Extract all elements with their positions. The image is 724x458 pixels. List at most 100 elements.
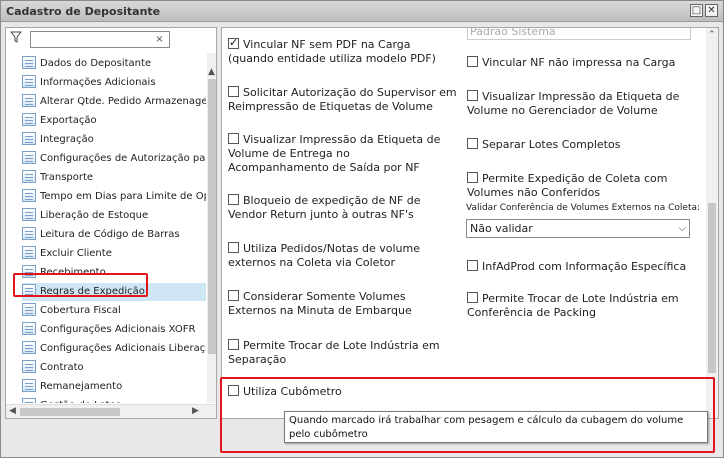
left-horizontal-scrollbar[interactable]: ◀ ▶ [6,404,216,418]
tree-item-label: Remanejamento [40,381,123,392]
document-icon [22,113,36,126]
document-icon [22,360,36,373]
top-faded-select[interactable]: Padrão Sistema [467,28,691,40]
tree-item-label: Configurações Adicionais XOFR [40,324,196,335]
option-label: (quando entidade utiliza modelo PDF) [228,52,436,65]
scroll-thumb[interactable] [708,203,716,373]
option-checkbox[interactable]: InfAdProd com Informação Específica [467,260,686,274]
scroll-right-icon[interactable]: ▶ [192,406,199,416]
tree-item[interactable]: Contrato [22,359,206,377]
option-checkbox[interactable]: Solicitar Autorização do Supervisor em Re… [228,86,457,114]
tree-item-label: Dados do Depositante [40,58,152,69]
option-checkbox[interactable]: Considerar Somente Volumes Externos na Mi… [228,290,412,318]
option-label: Solicitar Autorização do Supervisor em [243,86,457,99]
tree-item[interactable]: Excluir Cliente [22,245,206,263]
clear-filter-icon[interactable]: × [152,32,167,47]
option-label: Permite Trocar de Lote Indústria em [243,339,440,352]
option-label: Visualizar Impressão da Etiqueta de [243,133,441,146]
checkbox-icon[interactable] [228,339,239,350]
scroll-thumb[interactable] [208,79,216,354]
restore-icon[interactable]: □ [690,4,703,17]
checkbox-icon[interactable] [467,260,478,271]
filter-row: × [6,28,216,50]
right-vertical-scrollbar[interactable]: ⌃ [706,28,718,418]
checkbox-icon[interactable] [467,172,478,183]
document-icon [22,322,36,335]
document-icon [22,132,36,145]
tree-item[interactable]: Leitura de Código de Barras [22,226,206,244]
document-icon [22,303,36,316]
document-icon [22,341,36,354]
tree-item[interactable]: Configurações de Autorização para B [22,150,206,168]
document-icon [22,246,36,259]
checkbox-icon[interactable] [467,138,478,149]
filter-icon[interactable] [10,31,22,43]
filter-input[interactable] [30,31,170,48]
document-icon [22,379,36,392]
checkbox-icon[interactable] [467,292,478,303]
option-checkbox[interactable]: Visualizar Impressão da Etiqueta de Volum… [228,133,440,175]
checkbox-icon[interactable] [228,36,239,50]
checkbox-icon[interactable] [228,86,239,97]
option-label: Separação [228,353,287,366]
scroll-up-icon[interactable]: ⌃ [708,30,716,40]
tree-item[interactable]: Alterar Qtde. Pedido Armazenagem [22,93,206,111]
tree-item[interactable]: Transporte [22,169,206,187]
option-label: Vincular NF sem PDF na Carga [243,38,411,51]
tree-item[interactable]: Liberação de Estoque [22,207,206,225]
scroll-left-icon[interactable]: ◀ [9,406,16,416]
hscroll-thumb[interactable] [20,408,120,416]
option-checkbox[interactable]: Bloqueio de expedição de NF de Vendor Ret… [228,194,421,222]
tree-item[interactable]: Configurações Adicionais XOFR [22,321,206,339]
scroll-up-icon[interactable]: ▲ [208,67,215,77]
validate-select-value: Não validar [470,222,533,235]
document-icon [22,227,36,240]
option-label: Permite Trocar de Lote Indústria em [482,292,679,305]
option-label: Visualizar Impressão da Etiqueta de [482,90,680,103]
tree-item[interactable]: Tempo em Dias para Limite de Operaç [22,188,206,206]
tree-item[interactable]: Dados do Depositante [22,55,206,73]
checkbox-icon[interactable] [228,242,239,253]
option-checkbox[interactable]: Separar Lotes Completos [467,138,620,152]
checkbox-icon[interactable] [228,290,239,301]
checkbox-icon[interactable] [228,194,239,205]
tree-item[interactable]: Gestão de Lotes [22,397,206,403]
option-label: Bloqueio de expedição de NF de [243,194,421,207]
option-checkbox[interactable]: Vincular NF não impressa na Carga [467,56,675,70]
option-checkbox[interactable]: Permite Expedição de Coleta com Volumes n… [467,172,667,200]
tree-item[interactable]: Informações Adicionais [22,74,206,92]
document-icon [22,75,36,88]
option-label: Externos na Minuta de Embarque [228,304,412,317]
validate-select[interactable]: Não validar ⌵ [466,219,690,238]
tree-item-label: Alterar Qtde. Pedido Armazenagem [40,96,206,107]
option-checkbox[interactable]: Utiliza Pedidos/Notas de volume externos … [228,242,420,270]
tree-item-label: Contrato [40,362,84,373]
option-label: Considerar Somente Volumes [243,290,406,303]
option-checkbox[interactable]: Visualizar Impressão da Etiqueta de Volum… [467,90,679,118]
option-label: Volumes não Conferidos [467,186,601,199]
tree-item[interactable]: Integração [22,131,206,149]
option-checkbox[interactable]: Vincular NF sem PDF na Carga(quando enti… [228,36,436,66]
checkbox-icon[interactable] [467,56,478,67]
option-checkbox[interactable]: Permite Trocar de Lote Indústria em Separ… [228,339,440,367]
tree-item[interactable]: Remanejamento [22,378,206,396]
tree-item[interactable]: Configurações Adicionais Liberação N [22,340,206,358]
option-checkbox[interactable]: Permite Trocar de Lote Indústria em Confe… [467,292,679,320]
tree-item-label: Tempo em Dias para Limite de Operaç [40,191,206,202]
checkbox-icon[interactable] [467,90,478,101]
document-icon [22,398,36,403]
tree-item-label: Configurações Adicionais Liberação N [40,343,206,354]
close-icon[interactable]: ✕ [705,4,718,17]
checkbox-icon[interactable] [228,133,239,144]
document-icon [22,208,36,221]
validate-label: Validar Conferência de Volumes Externos … [466,203,701,213]
option-label: Permite Expedição de Coleta com [482,172,668,185]
document-icon [22,94,36,107]
left-vertical-scrollbar[interactable]: ▲ [207,53,216,403]
tree-item[interactable]: Exportação [22,112,206,130]
option-label: Conferência de Packing [467,306,596,319]
tree-item[interactable]: Cobertura Fiscal [22,302,206,320]
tree-item-label: Liberação de Estoque [40,210,149,221]
left-panel: × Dados do Depositante Informações Adicio… [5,27,217,419]
titlebar: Cadastro de Depositante □ ✕ [1,1,723,22]
